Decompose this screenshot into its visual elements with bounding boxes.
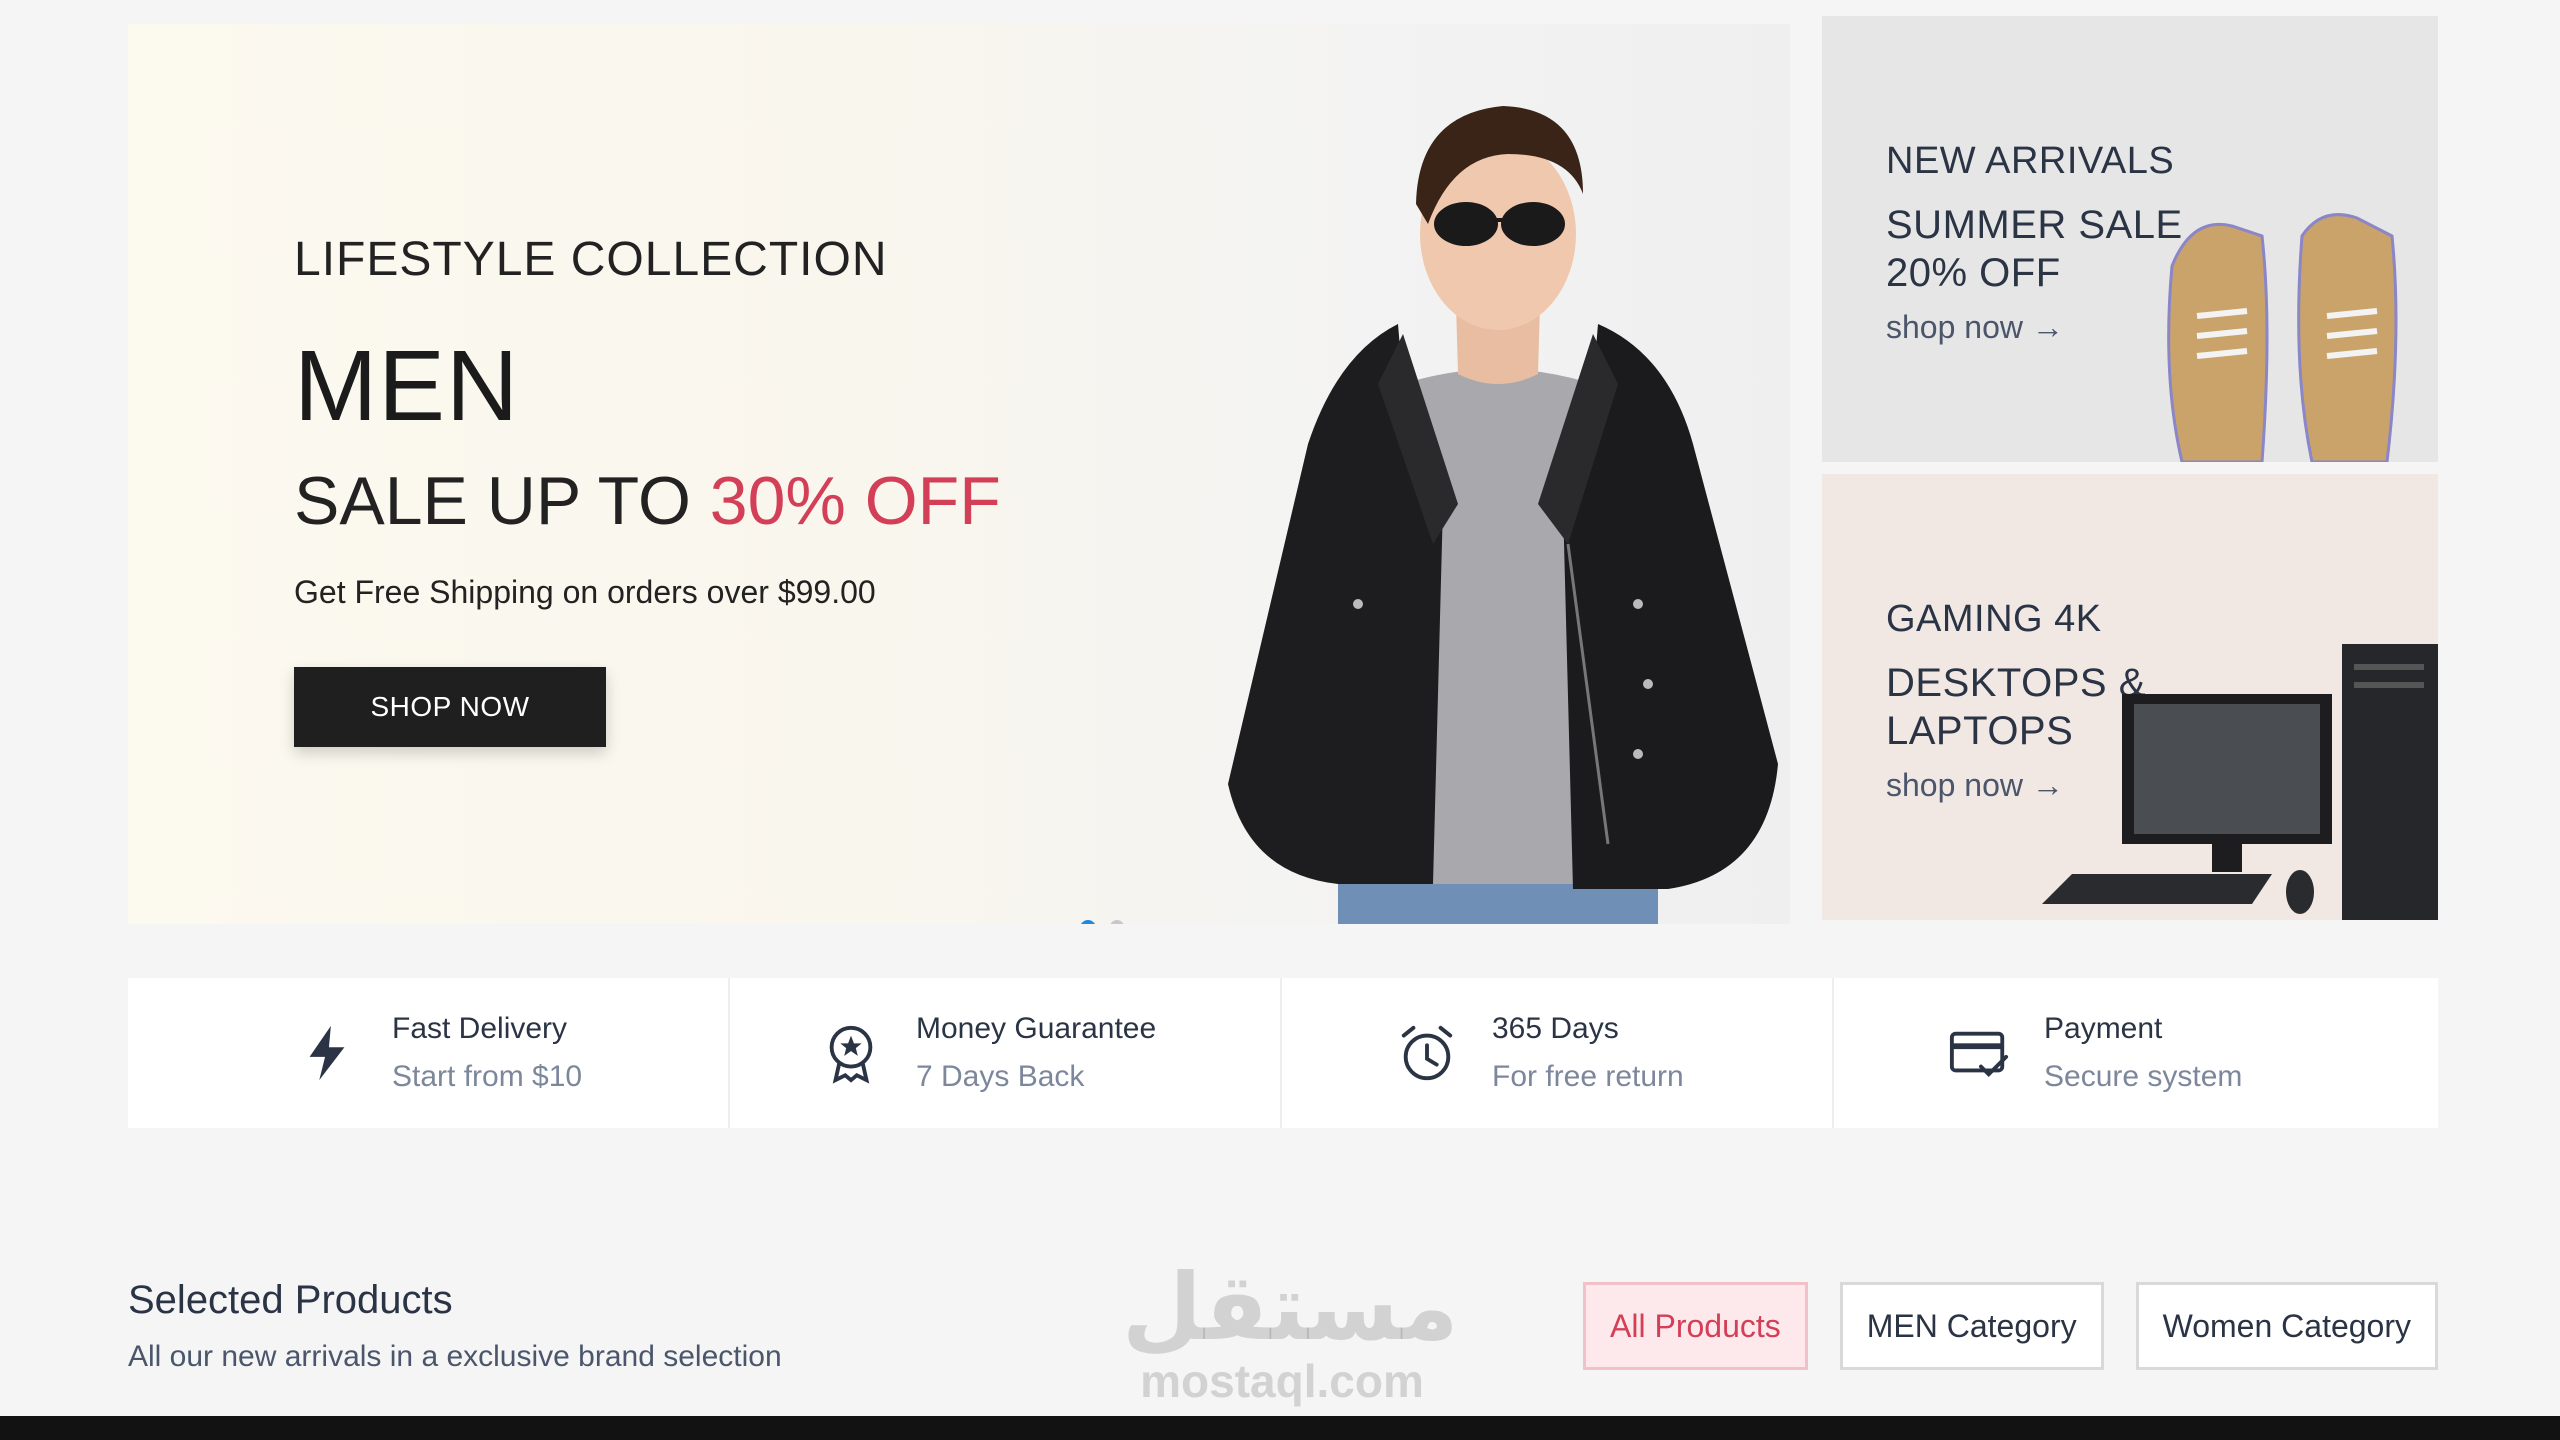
hero-sale-text: SALE UP TO 30% OFF [294, 462, 1001, 540]
sneakers-image [2167, 213, 2398, 462]
watermark-latin: mostaql.com [1140, 1355, 1424, 1407]
promo-text: NEW ARRIVALS SUMMER SALE 20% OFF shop no… [1886, 140, 2186, 346]
alarm-clock-icon [1401, 1025, 1453, 1081]
filter-women-category[interactable]: Women Category [2135, 1282, 2438, 1370]
hero-eyebrow: LIFESTYLE COLLECTION [294, 233, 888, 286]
feature-payment: Payment Secure system [1834, 978, 2438, 1128]
hero-text-block: LIFESTYLE COLLECTION MEN SALE UP TO 30% … [294, 232, 1001, 747]
medal-icon [829, 1025, 873, 1084]
hero-model-image [1228, 106, 1778, 924]
feature-subtitle: Start from $10 [392, 1060, 583, 1093]
features-strip: Fast Delivery Start from $10 Money Guara… [128, 978, 2438, 1128]
slider-dots [1080, 920, 1124, 924]
feature-subtitle: Secure system [2044, 1060, 2243, 1093]
feature-fast-delivery: Fast Delivery Start from $10 [128, 978, 730, 1128]
promo-card-summer-sale[interactable]: NEW ARRIVALS SUMMER SALE 20% OFF shop no… [1822, 16, 2438, 462]
filter-all-products[interactable]: All Products [1583, 1282, 1808, 1370]
feature-title: Payment [2044, 1012, 2163, 1045]
watermark-arabic: مستقل [1122, 1254, 1459, 1361]
filter-men-category[interactable]: MEN Category [1839, 1282, 2104, 1370]
watermark-logo: مستقل mostaql.com [1122, 1254, 1459, 1408]
hero-subtitle: Get Free Shipping on orders over $99.00 [294, 574, 876, 610]
credit-card-check-icon [1949, 1031, 2009, 1078]
shop-now-button[interactable]: SHOP NOW [294, 667, 606, 747]
promo-eyebrow: NEW ARRIVALS [1886, 140, 2175, 182]
hero-sale-prefix: SALE UP TO [294, 463, 710, 539]
feature-text: Fast Delivery Start from $10 [392, 1012, 582, 1094]
slider-dot-2[interactable] [1110, 920, 1124, 924]
feature-365-days: 365 Days For free return [1282, 978, 1834, 1128]
feature-title: Money Guarantee [916, 1012, 1157, 1045]
promo-title: SUMMER SALE 20% OFF [1886, 203, 2183, 295]
feature-title: Fast Delivery [392, 1012, 568, 1045]
selected-products-title: Selected Products [128, 1278, 453, 1322]
feature-text: Payment Secure system [2044, 1012, 2242, 1094]
desktop-computer-image [2042, 644, 2438, 920]
feature-title: 365 Days [1492, 1012, 1619, 1045]
feature-text: Money Guarantee 7 Days Back [916, 1012, 1156, 1094]
hero-banner: LIFESTYLE COLLECTION MEN SALE UP TO 30% … [128, 24, 1790, 924]
feature-text: 365 Days For free return [1492, 1012, 1684, 1094]
bottom-bar [0, 1416, 2560, 1440]
page: LIFESTYLE COLLECTION MEN SALE UP TO 30% … [0, 0, 2560, 1440]
lightning-icon [309, 1025, 345, 1081]
selected-products-subtitle: All our new arrivals in a exclusive bran… [128, 1340, 782, 1373]
promo-card-gaming[interactable]: GAMING 4K DESKTOPS & LAPTOPS shop now → [1822, 474, 2438, 920]
hero-sale-accent: 30% OFF [709, 463, 1001, 539]
feature-subtitle: 7 Days Back [916, 1060, 1085, 1093]
slider-dot-1[interactable] [1080, 920, 1096, 924]
hero-title: MEN [294, 330, 520, 442]
product-filters: All Products MEN Category Women Category [1583, 1282, 2438, 1370]
shop-now-link[interactable]: shop now → [1886, 309, 2186, 346]
feature-subtitle: For free return [1492, 1060, 1684, 1093]
feature-money-guarantee: Money Guarantee 7 Days Back [730, 978, 1282, 1128]
